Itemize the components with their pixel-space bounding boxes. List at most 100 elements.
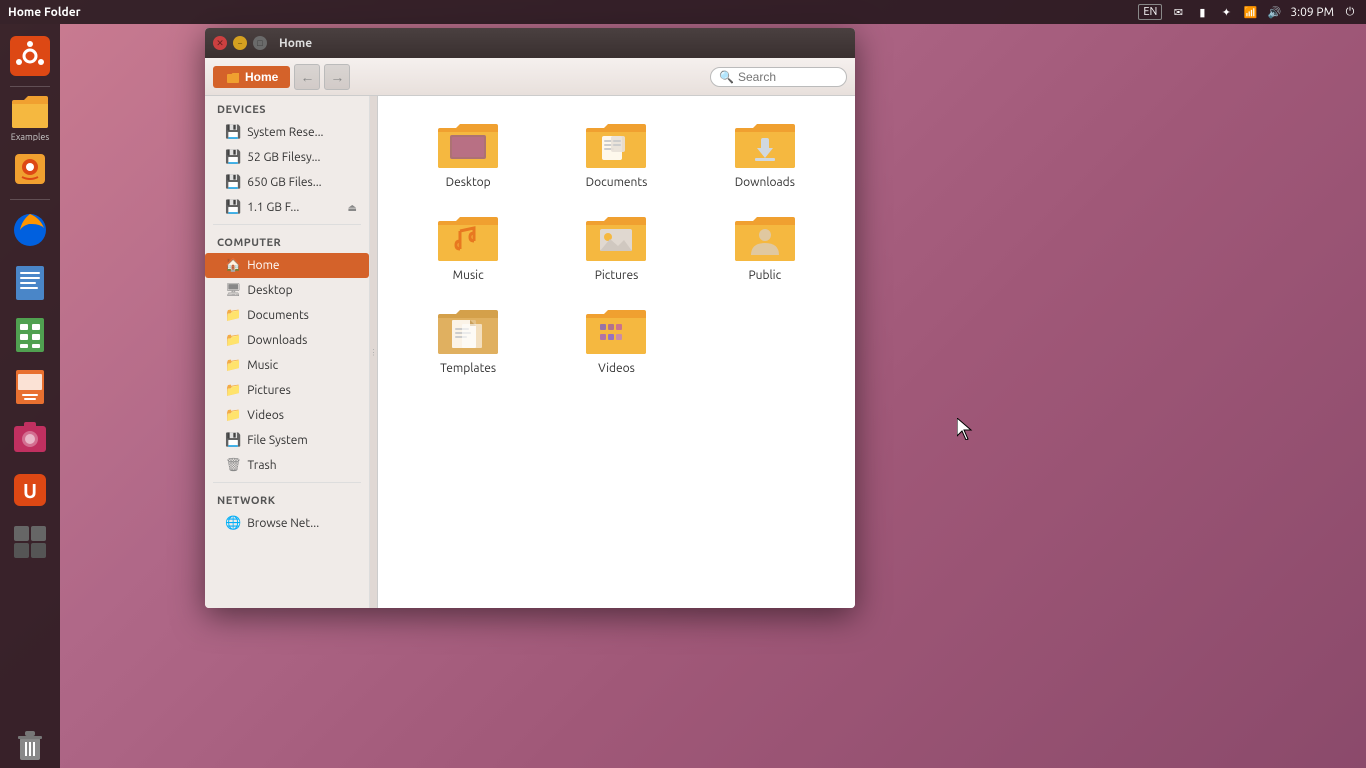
dock-item-install[interactable] — [6, 145, 54, 193]
folder-documents[interactable]: Documents — [542, 112, 690, 197]
folder-pictures-label: Pictures — [595, 269, 639, 282]
search-input[interactable] — [738, 70, 838, 84]
maximize-button[interactable]: □ — [253, 36, 267, 50]
file-grid: Desktop Documents — [378, 96, 855, 608]
dock-item-workspace[interactable] — [6, 518, 54, 566]
folder-pictures[interactable]: Pictures — [542, 205, 690, 290]
dock-item-impress[interactable] — [6, 362, 54, 410]
window-title: Home — [279, 37, 312, 50]
folder-public[interactable]: Public — [691, 205, 839, 290]
sidebar-item-desktop[interactable]: 🖥 Desktop — [205, 278, 369, 303]
folder-public-label: Public — [748, 269, 781, 282]
folder-desktop-icon — [436, 120, 500, 172]
pictures-icon-sm: 📁 — [225, 383, 241, 398]
folder-videos-label: Videos — [598, 362, 635, 375]
dock-item-examples[interactable]: Examples — [6, 93, 54, 141]
toolbar: Home ← → 🔍 — [205, 58, 855, 96]
drive-icon-4: 💾 — [225, 200, 241, 215]
dock: Examples — [0, 24, 60, 768]
folder-templates-label: Templates — [440, 362, 496, 375]
sidebar-item-home[interactable]: 🏠 Home — [205, 253, 369, 278]
sidebar-label-1gb: 1.1 GB F... — [247, 201, 299, 214]
sidebar-item-650gb[interactable]: 💾 650 GB Files... — [205, 170, 369, 195]
dock-separator-2 — [10, 199, 50, 200]
sidebar-divider-1 — [213, 224, 361, 225]
sidebar-item-52gb[interactable]: 💾 52 GB Filesy... — [205, 145, 369, 170]
dock-item-firefox[interactable] — [6, 206, 54, 254]
title-bar: ✕ − □ Home — [205, 28, 855, 58]
home-icon: 🏠 — [225, 258, 241, 273]
sidebar-label-trash: Trash — [248, 459, 277, 472]
folder-videos-icon — [584, 306, 648, 358]
folder-public-icon — [733, 213, 797, 265]
sidebar-item-videos[interactable]: 📁 Videos — [205, 403, 369, 428]
folder-downloads[interactable]: Downloads — [691, 112, 839, 197]
sidebar-label-music: Music — [247, 359, 278, 372]
folder-documents-icon — [584, 120, 648, 172]
back-button[interactable]: ← — [294, 64, 320, 90]
desktop-icon-sm: 🖥 — [225, 283, 242, 298]
sidebar: Devices 💾 System Rese... 💾 52 GB Filesy.… — [205, 96, 370, 608]
folder-templates-icon — [436, 306, 500, 358]
sidebar-section-network: Network — [205, 487, 369, 511]
sidebar-item-system-reserved[interactable]: 💾 System Rese... — [205, 120, 369, 145]
search-box[interactable]: 🔍 — [710, 67, 847, 87]
sidebar-label-documents: Documents — [247, 309, 309, 322]
filesystem-icon: 💾 — [225, 433, 241, 448]
drive-icon-3: 💾 — [225, 175, 241, 190]
documents-icon: 📁 — [225, 308, 241, 323]
dock-item-ubuntu[interactable] — [6, 32, 54, 80]
location-button[interactable]: Home — [213, 66, 290, 88]
keyboard-indicator[interactable]: EN — [1138, 4, 1162, 20]
dock-item-writer[interactable] — [6, 258, 54, 306]
dock-item-shotwell[interactable] — [6, 414, 54, 462]
close-button[interactable]: ✕ — [213, 36, 227, 50]
sidebar-label-pictures: Pictures — [247, 384, 291, 397]
folder-downloads-label: Downloads — [735, 176, 795, 189]
folder-downloads-icon — [733, 120, 797, 172]
sidebar-item-trash[interactable]: 🗑 Trash — [205, 453, 369, 478]
sidebar-item-music[interactable]: 📁 Music — [205, 353, 369, 378]
clock: 3:09 PM — [1290, 6, 1334, 19]
svg-text:U: U — [23, 479, 37, 502]
volume-icon[interactable]: 🔊 — [1266, 4, 1282, 20]
sidebar-label-home: Home — [247, 259, 279, 272]
sidebar-label-desktop: Desktop — [248, 284, 293, 297]
sidebar-section-computer: Computer — [205, 229, 369, 253]
dock-item-trash[interactable] — [6, 720, 54, 768]
sidebar-item-1gb[interactable]: 💾 1.1 GB F... ⏏ — [205, 195, 369, 220]
battery-icon[interactable]: ▮ — [1194, 4, 1210, 20]
folder-music-icon — [436, 213, 500, 265]
wifi-icon[interactable]: 📶 — [1242, 4, 1258, 20]
sidebar-label-videos: Videos — [247, 409, 284, 422]
music-icon-sm: 📁 — [225, 358, 241, 373]
folder-documents-label: Documents — [586, 176, 648, 189]
sidebar-item-filesystem[interactable]: 💾 File System — [205, 428, 369, 453]
folder-music[interactable]: Music — [394, 205, 542, 290]
sidebar-item-downloads[interactable]: 📁 Downloads — [205, 328, 369, 353]
top-bar-right: EN ✉ ▮ ✦ 📶 🔊 3:09 PM ⏻ — [1138, 4, 1358, 20]
sidebar-item-browse-network[interactable]: 🌐 Browse Net... — [205, 511, 369, 536]
folder-templates[interactable]: Templates — [394, 298, 542, 383]
sidebar-item-pictures[interactable]: 📁 Pictures — [205, 378, 369, 403]
sidebar-item-documents[interactable]: 📁 Documents — [205, 303, 369, 328]
mail-icon[interactable]: ✉ — [1170, 4, 1186, 20]
folder-desktop[interactable]: Desktop — [394, 112, 542, 197]
file-manager-window: ✕ − □ Home Home ← → 🔍 Devices — [205, 28, 855, 608]
sidebar-label-browse-network: Browse Net... — [247, 517, 319, 530]
sidebar-resize-handle[interactable]: ⋮ — [370, 96, 378, 608]
forward-button[interactable]: → — [324, 64, 350, 90]
power-icon[interactable]: ⏻ — [1342, 4, 1358, 20]
sidebar-divider-2 — [213, 482, 361, 483]
folder-pictures-icon — [584, 213, 648, 265]
bluetooth-icon[interactable]: ✦ — [1218, 4, 1234, 20]
minimize-button[interactable]: − — [233, 36, 247, 50]
resize-dots: ⋮ — [370, 348, 378, 357]
eject-button[interactable]: ⏏ — [348, 202, 357, 214]
dock-item-ubuntu-one[interactable]: U — [6, 466, 54, 514]
top-bar: Home Folder EN ✉ ▮ ✦ 📶 🔊 3:09 PM ⏻ — [0, 0, 1366, 24]
folder-videos[interactable]: Videos — [542, 298, 690, 383]
dock-item-calc[interactable] — [6, 310, 54, 358]
drive-icon-2: 💾 — [225, 150, 241, 165]
folder-desktop-label: Desktop — [446, 176, 491, 189]
